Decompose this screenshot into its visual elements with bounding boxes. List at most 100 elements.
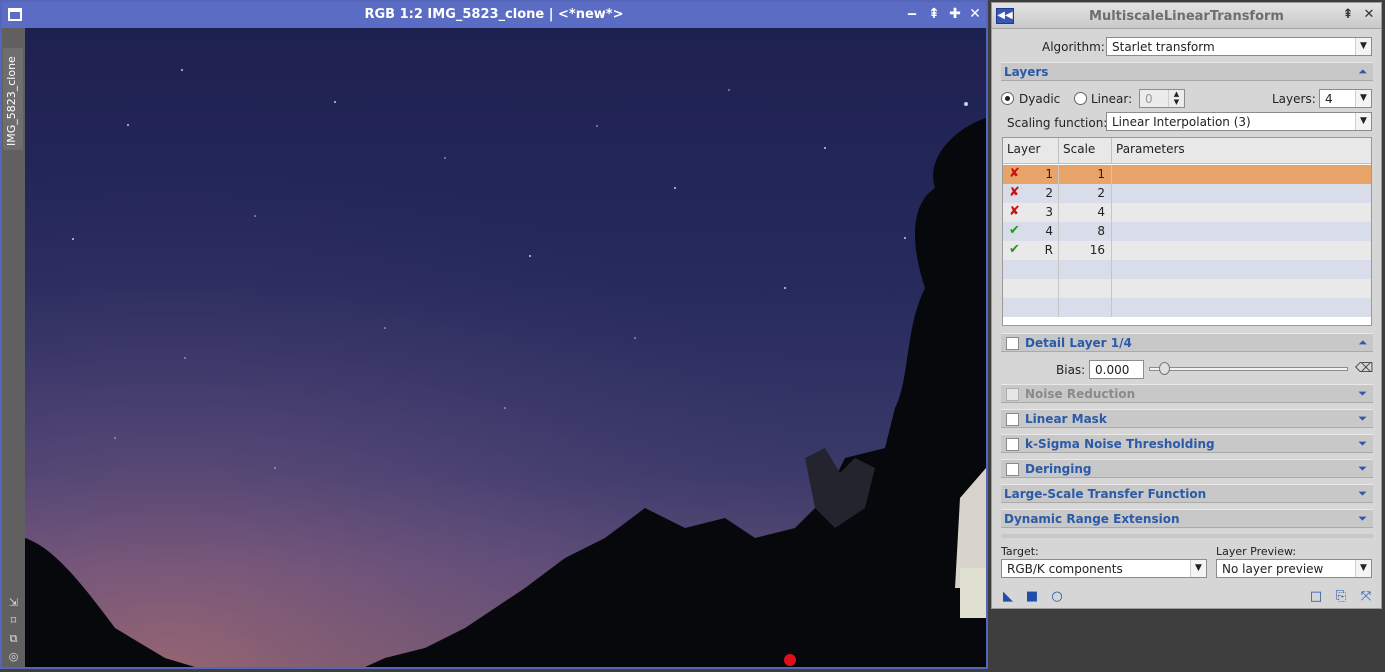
shade-icon[interactable]: ⇞ (1341, 8, 1355, 22)
table-header: Layer Scale Parameters (1003, 138, 1371, 164)
section-detail-layer[interactable]: Detail Layer 1/4 ⏶ (1001, 333, 1373, 352)
linear-mask-checkbox[interactable] (1006, 413, 1019, 426)
clear-icon[interactable]: ⌫ (1355, 361, 1373, 377)
table-row[interactable]: ✘ 1 1 (1003, 165, 1371, 184)
section-layers-label: Layers (1004, 65, 1049, 79)
target-value: RGB/K components (1007, 562, 1123, 576)
view-id-tab[interactable]: IMG_5823_clone (3, 48, 23, 150)
track-view-icon[interactable]: ⎘ (1333, 589, 1349, 605)
scaling-label: Scaling function: (1007, 116, 1108, 130)
section-noise-reduction-label: Noise Reduction (1025, 387, 1136, 401)
section-large-scale-label: Large-Scale Transfer Function (1004, 487, 1207, 501)
table-row[interactable]: ✘ 2 2 (1003, 184, 1371, 203)
target-label: Target: (1001, 545, 1039, 558)
bias-slider-thumb[interactable] (1159, 362, 1170, 375)
section-detail-layer-label: Detail Layer 1/4 (1025, 336, 1132, 350)
layers-label: Layers: (1272, 92, 1316, 106)
reset-icon[interactable]: ⤧ (1358, 589, 1374, 605)
section-dynamic-range-label: Dynamic Range Extension (1004, 512, 1180, 526)
collapse-icon[interactable]: ⏶ (1358, 64, 1367, 80)
layer-preview-select[interactable]: No layer preview ▼ (1216, 559, 1372, 578)
image-window-title: RGB 1:2 IMG_5823_clone | <*new*> (364, 7, 624, 22)
linear-label: Linear: (1091, 92, 1133, 106)
table-row[interactable]: ✘ 3 4 (1003, 203, 1371, 222)
deringing-checkbox[interactable] (1006, 463, 1019, 476)
expand-icon[interactable]: ⏷ (1358, 411, 1367, 427)
row-layer: 4 (1045, 224, 1053, 238)
collapse-icon[interactable]: ⏶ (1358, 335, 1367, 351)
zoom-fit-icon[interactable]: ⇲ (7, 596, 20, 609)
linear-spinbox[interactable]: 0 ▲ ▼ (1139, 89, 1185, 108)
bias-slider-track[interactable] (1149, 367, 1348, 371)
browse-documentation-icon[interactable]: □ (1308, 589, 1324, 605)
section-deringing[interactable]: Deringing ⏷ (1001, 459, 1373, 478)
disabled-x-icon[interactable]: ✘ (1009, 185, 1020, 200)
chevron-down-icon: ▼ (1190, 560, 1206, 577)
section-ksigma[interactable]: k-Sigma Noise Thresholding ⏷ (1001, 434, 1373, 453)
image-window[interactable]: RGB 1:2 IMG_5823_clone | <*new*> ‒ ⇞ ✚ ✕… (0, 0, 988, 669)
stretch-icon[interactable]: ⌑ (7, 614, 20, 627)
mask-icon[interactable]: ◎ (7, 650, 20, 663)
layers-select[interactable]: 4 ▼ (1319, 89, 1372, 108)
section-large-scale[interactable]: Large-Scale Transfer Function ⏷ (1001, 484, 1373, 503)
layer-preview-label: Layer Preview: (1216, 545, 1297, 558)
expand-icon[interactable]: ⏷ (1358, 461, 1367, 477)
expand-icon[interactable]: ⏷ (1358, 511, 1367, 527)
shade-icon[interactable]: ⇞ (926, 6, 942, 22)
row-scale: 2 (1097, 186, 1105, 200)
layers-table[interactable]: Layer Scale Parameters ✘ 1 1 ✘ 2 2 ✘ 3 4 ✔ 4 8 ✔ R 16 (1002, 137, 1372, 326)
algorithm-value: Starlet transform (1112, 40, 1215, 54)
enabled-check-icon[interactable]: ✔ (1009, 223, 1020, 238)
disabled-x-icon[interactable]: ✘ (1009, 204, 1020, 219)
table-row[interactable]: ✔ 4 8 (1003, 222, 1371, 241)
section-linear-mask[interactable]: Linear Mask ⏷ (1001, 409, 1373, 428)
process-window[interactable]: ◀◀ MultiscaleLinearTransform ⇞ ✕ Algorit… (991, 2, 1382, 609)
minimize-icon[interactable]: ‒ (904, 6, 920, 22)
section-layers[interactable]: Layers ⏶ (1001, 62, 1373, 81)
enabled-check-icon[interactable]: ✔ (1009, 242, 1020, 257)
bias-label: Bias: (1056, 363, 1086, 377)
chevron-down-icon: ▼ (1355, 90, 1371, 107)
apply-icon[interactable]: ■ (1024, 589, 1040, 605)
clone-view-icon[interactable]: ⧉ (7, 632, 20, 645)
algorithm-select[interactable]: Starlet transform ▼ (1106, 37, 1372, 56)
table-row (1003, 298, 1371, 317)
image-window-titlebar[interactable]: RGB 1:2 IMG_5823_clone | <*new*> ‒ ⇞ ✚ ✕ (2, 2, 986, 28)
dyadic-radio[interactable] (1001, 92, 1014, 105)
table-row (1003, 260, 1371, 279)
close-icon[interactable]: ✕ (1362, 8, 1376, 22)
linear-radio[interactable] (1074, 92, 1087, 105)
row-scale: 8 (1097, 224, 1105, 238)
expand-icon[interactable]: ⏷ (1358, 386, 1367, 402)
row-scale: 16 (1089, 243, 1105, 257)
maximize-icon[interactable]: ✚ (947, 6, 963, 22)
expand-icon[interactable]: ⏷ (1358, 486, 1367, 502)
expand-icon[interactable]: ⏷ (1358, 436, 1367, 452)
bias-input[interactable]: 0.000 (1089, 360, 1144, 379)
ksigma-checkbox[interactable] (1006, 438, 1019, 451)
row-scale: 1 (1097, 167, 1105, 181)
target-select[interactable]: RGB/K components ▼ (1001, 559, 1207, 578)
image-canvas[interactable] (25, 28, 986, 667)
row-layer: 3 (1045, 205, 1053, 219)
scaling-value: Linear Interpolation (3) (1112, 115, 1251, 129)
section-linear-mask-label: Linear Mask (1025, 412, 1107, 426)
noise-reduction-checkbox[interactable] (1006, 388, 1019, 401)
night-sky-image (25, 28, 986, 667)
dyadic-label: Dyadic (1019, 92, 1061, 106)
process-titlebar[interactable]: ◀◀ MultiscaleLinearTransform ⇞ ✕ (992, 3, 1381, 29)
section-dynamic-range[interactable]: Dynamic Range Extension ⏷ (1001, 509, 1373, 528)
new-instance-icon[interactable]: ◣ (1000, 589, 1016, 605)
section-noise-reduction[interactable]: Noise Reduction ⏷ (1001, 384, 1373, 403)
close-icon[interactable]: ✕ (967, 6, 983, 22)
detail-layer-checkbox[interactable] (1006, 337, 1019, 350)
chevron-down-icon: ▼ (1355, 38, 1371, 55)
table-row[interactable]: ✔ R 16 (1003, 241, 1371, 260)
view-id-label: IMG_5823_clone (5, 56, 18, 146)
table-row (1003, 279, 1371, 298)
layer-preview-value: No layer preview (1222, 562, 1324, 576)
disabled-x-icon[interactable]: ✘ (1009, 166, 1020, 181)
apply-global-icon[interactable]: ○ (1049, 589, 1065, 605)
row-layer: R (1044, 243, 1053, 257)
scaling-select[interactable]: Linear Interpolation (3) ▼ (1106, 112, 1372, 131)
